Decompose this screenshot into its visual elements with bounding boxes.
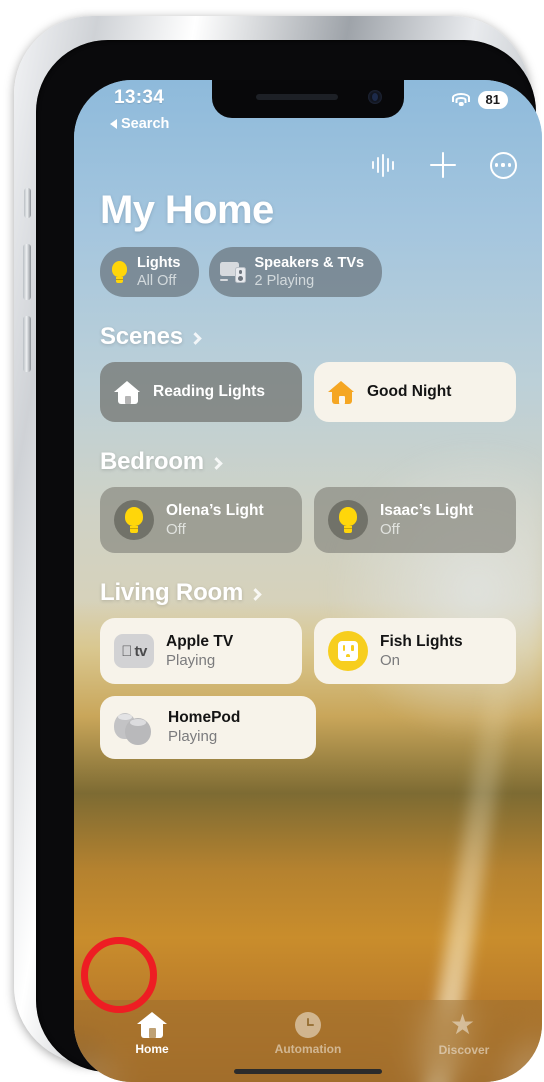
card-state: Off	[380, 520, 400, 538]
card-name: Olena’s Light	[166, 501, 264, 519]
accessory-card-isaacs-light[interactable]: Isaac’s Light Off	[314, 487, 516, 553]
scene-card-reading-lights[interactable]: Reading Lights	[100, 362, 302, 422]
card-name: Reading Lights	[153, 383, 265, 400]
card-name: Apple TV	[166, 632, 234, 650]
star-icon: ★	[450, 1009, 476, 1040]
lightbulb-icon	[114, 500, 154, 540]
pill-state: 2 Playing	[254, 273, 315, 289]
card-name: Fish Lights	[380, 632, 463, 650]
status-pill-speakers-tvs[interactable]: Speakers & TVs 2 Playing	[208, 247, 383, 297]
card-name: Good Night	[367, 383, 452, 400]
card-state: Playing	[168, 728, 218, 745]
outlet-icon	[328, 631, 368, 671]
phone-screen: 13:34 81 Search My Home Lights All Off S…	[74, 80, 542, 1082]
tab-automation[interactable]: Automation	[230, 1012, 386, 1056]
chevron-right-icon	[188, 331, 202, 345]
house-icon	[114, 380, 141, 404]
accessory-card-homepod[interactable]: HomePod Playing	[100, 696, 316, 759]
section-header-scenes[interactable]: Scenes	[100, 323, 516, 351]
status-pill-row: Lights All Off Speakers & TVs 2 Playing	[100, 247, 516, 297]
card-row-spacer	[328, 696, 516, 759]
card-state: On	[380, 651, 401, 669]
house-icon	[137, 1012, 167, 1038]
silent-switch[interactable]	[24, 188, 31, 218]
homepod-icon	[114, 711, 156, 745]
add-accessory-button[interactable]	[426, 148, 460, 182]
home-indicator	[234, 1069, 382, 1074]
section-header-bedroom[interactable]: Bedroom	[100, 448, 516, 476]
card-state: Off	[166, 520, 186, 538]
tv-speaker-icon	[219, 261, 246, 283]
waveform-icon[interactable]	[366, 148, 400, 182]
accessory-card-olenas-light[interactable]: Olena’s Light Off	[100, 487, 302, 553]
back-label: Search	[121, 116, 170, 132]
battery-indicator: 81	[477, 91, 508, 109]
more-options-button[interactable]	[486, 148, 520, 182]
card-name: Isaac’s Light	[380, 501, 474, 519]
living-room-card-row-1: tv Apple TV Playing Fish Lights	[100, 618, 516, 684]
clock-icon	[295, 1012, 321, 1038]
scenes-card-row: Reading Lights Good Night	[100, 362, 516, 422]
volume-up-button[interactable]	[23, 244, 31, 300]
section-title: Scenes	[100, 323, 183, 350]
ellipsis-circle-icon	[489, 151, 517, 179]
house-icon	[328, 380, 355, 404]
card-name: HomePod	[168, 709, 241, 726]
status-time: 13:34	[114, 87, 165, 108]
tab-label: Automation	[274, 1042, 342, 1056]
lightbulb-icon	[328, 500, 368, 540]
living-room-card-row-2: HomePod Playing	[100, 696, 516, 759]
accessory-card-apple-tv[interactable]: tv Apple TV Playing	[100, 618, 302, 684]
wifi-icon	[452, 93, 471, 107]
back-to-search-link[interactable]: Search	[110, 116, 169, 132]
tab-label: Home	[135, 1042, 169, 1056]
waveform-bars	[372, 153, 394, 177]
home-toolbar	[366, 148, 520, 182]
home-content: My Home Lights All Off Speakers & TVs 2 …	[74, 188, 542, 785]
section-title: Living Room	[100, 579, 244, 606]
section-title: Bedroom	[100, 448, 204, 475]
page-title: My Home	[100, 188, 274, 232]
back-arrow-icon	[110, 119, 117, 129]
tab-label: Discover	[438, 1043, 490, 1057]
phone-frame: 13:34 81 Search My Home Lights All Off S…	[14, 16, 542, 1082]
volume-down-button[interactable]	[23, 316, 31, 372]
chevron-right-icon	[210, 456, 223, 470]
phone-bezel: 13:34 81 Search My Home Lights All Off S…	[36, 40, 542, 1082]
bedroom-card-row: Olena’s Light Off Isaac’s Light Off	[100, 487, 516, 553]
status-indicators: 81	[452, 91, 508, 109]
pill-title: Lights	[137, 255, 181, 271]
scene-card-good-night[interactable]: Good Night	[314, 362, 516, 422]
card-state: Playing	[166, 651, 216, 669]
pill-title: Speakers & TVs	[254, 255, 365, 271]
chevron-right-icon	[249, 587, 262, 601]
status-pill-lights[interactable]: Lights All Off	[100, 247, 199, 297]
apple-tv-icon: tv	[114, 634, 154, 668]
plus-icon	[430, 152, 456, 178]
accessory-card-fish-lights[interactable]: Fish Lights On	[314, 618, 516, 684]
tab-discover[interactable]: ★ Discover	[386, 1009, 542, 1058]
section-header-living-room[interactable]: Living Room	[100, 579, 516, 607]
pill-state: All Off	[137, 273, 177, 289]
tab-home[interactable]: Home	[74, 1012, 230, 1056]
annotation-highlight-circle	[81, 937, 157, 1013]
lightbulb-icon	[111, 261, 128, 283]
